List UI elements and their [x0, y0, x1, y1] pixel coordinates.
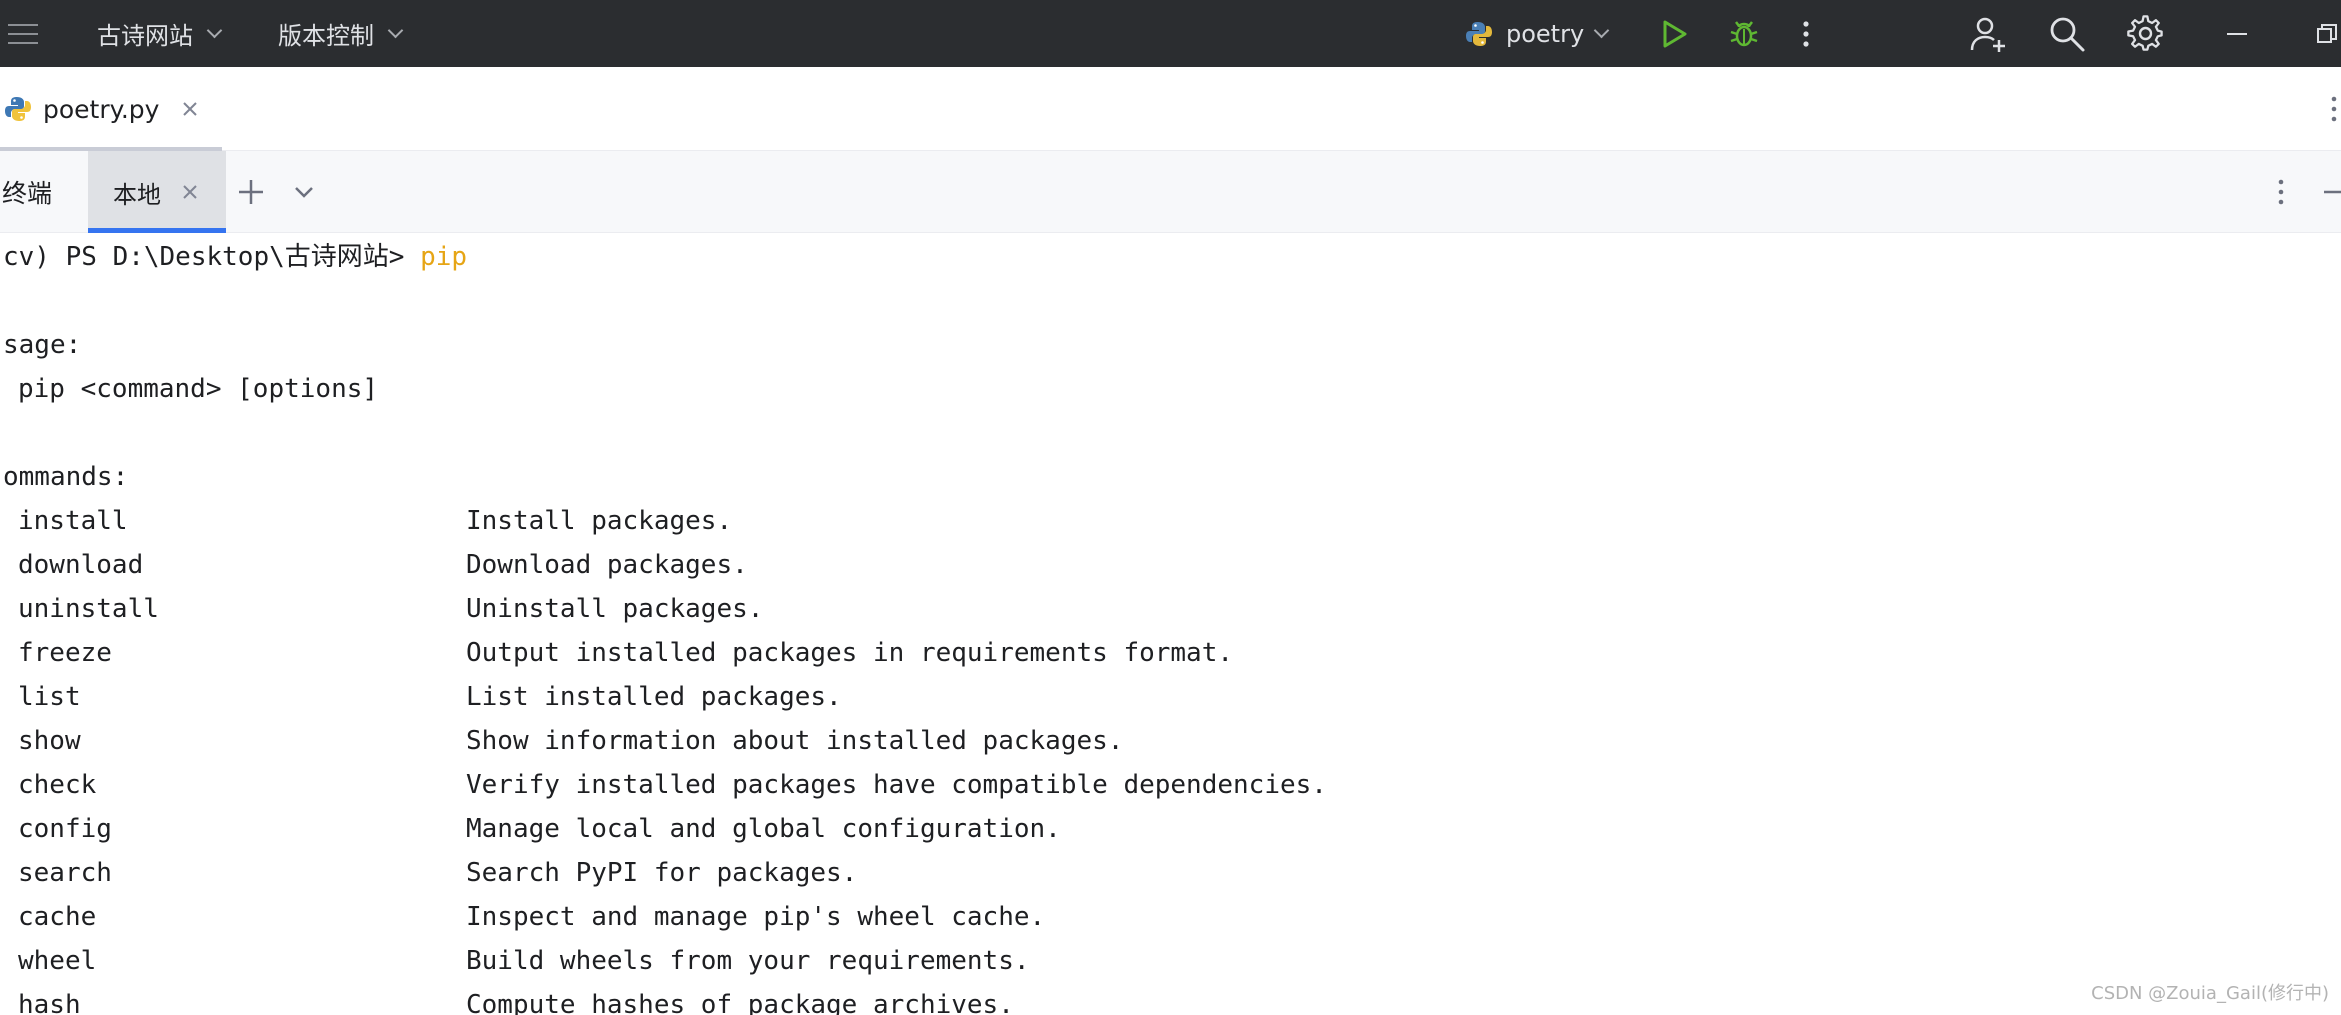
command-name: install: [18, 506, 128, 536]
restore-icon: [2317, 23, 2337, 43]
close-icon[interactable]: [181, 100, 199, 118]
command-description: Build wheels from your requirements.: [466, 946, 1030, 976]
commands-header: ommands:: [3, 462, 129, 492]
search-everywhere-button[interactable]: [2048, 0, 2086, 67]
command-name: wheel: [18, 946, 97, 976]
prompt-prefix: cv) PS D:\Desktop\古诗网站>: [3, 242, 421, 272]
title-bar: 古诗网站 版本控制 poetry: [0, 0, 2341, 67]
command-name: config: [18, 814, 112, 844]
vcs-widget[interactable]: 版本控制: [278, 0, 404, 67]
command-name: cache: [18, 902, 97, 932]
plus-icon[interactable]: [237, 178, 265, 206]
command-description: Inspect and manage pip's wheel cache.: [466, 902, 1046, 932]
command-description: Manage local and global configuration.: [466, 814, 1061, 844]
command-name: search: [18, 858, 112, 888]
python-icon: [5, 97, 31, 121]
run-config-name: poetry: [1506, 19, 1585, 48]
hamburger-menu-icon: [8, 23, 38, 44]
command-description: Install packages.: [466, 506, 733, 536]
command-description: Uninstall packages.: [466, 594, 764, 624]
terminal-tab-label: 本地: [113, 180, 161, 209]
command-name: list: [18, 682, 81, 712]
project-name: 古诗网站: [97, 22, 193, 50]
add-user-icon: [1970, 17, 2005, 52]
main-menu-button[interactable]: [6, 0, 44, 67]
usage-line: pip <command> [options]: [18, 374, 379, 404]
chevron-down-icon: [206, 22, 223, 39]
watermark: CSDN @Zouia_Gail(修行中): [2091, 983, 2329, 1004]
minimize-icon: [2227, 32, 2247, 35]
restore-window-button[interactable]: [2316, 0, 2338, 67]
terminal-tool-header: 终端 本地: [0, 151, 2341, 233]
vcs-label: 版本控制: [278, 22, 374, 50]
prompt-line: cv) PS D:\Desktop\古诗网站> pip: [3, 235, 467, 279]
command-name: freeze: [18, 638, 112, 668]
command-description: Download packages.: [466, 550, 748, 580]
terminal-output[interactable]: cv) PS D:\Desktop\古诗网站> pip sage: pip <c…: [0, 233, 2341, 1015]
run-icon: [1663, 20, 1687, 47]
more-actions-button[interactable]: [1800, 0, 1812, 67]
command-description: Search PyPI for packages.: [466, 858, 858, 888]
run-config-selector[interactable]: poetry: [1464, 0, 1610, 67]
python-icon: [1466, 21, 1492, 46]
chevron-down-icon[interactable]: [293, 181, 315, 203]
more-vertical-icon: [1803, 20, 1809, 47]
more-vertical-icon[interactable]: [2277, 177, 2285, 207]
editor-tab-poetry-py[interactable]: poetry.py: [0, 67, 222, 151]
command-description: List installed packages.: [466, 682, 842, 712]
settings-icon: [2127, 14, 2163, 51]
run-button[interactable]: [1658, 0, 1690, 67]
editor-tab-label: poetry.py: [43, 94, 160, 124]
command-name: show: [18, 726, 81, 756]
usage-header: sage:: [3, 330, 82, 360]
command-description: Compute hashes of package archives.: [466, 990, 1014, 1015]
project-widget[interactable]: 古诗网站: [97, 0, 223, 67]
chevron-down-icon: [387, 22, 404, 39]
command-description: Verify installed packages have compatibl…: [466, 770, 1327, 800]
command-name: hash: [18, 990, 81, 1015]
command-name: check: [18, 770, 97, 800]
command-description: Show information about installed package…: [466, 726, 1124, 756]
close-icon[interactable]: [181, 183, 199, 201]
terminal-tab-local[interactable]: 本地: [88, 151, 226, 233]
settings-button[interactable]: [2127, 0, 2165, 67]
debug-icon: [1730, 20, 1758, 46]
editor-tab-bar: poetry.py: [0, 67, 2341, 151]
terminal-title: 终端: [2, 179, 53, 208]
chevron-down-icon: [1593, 22, 1610, 39]
command-description: Output installed packages in requirement…: [466, 638, 1234, 668]
minimize-icon[interactable]: [2323, 182, 2341, 202]
search-icon: [2050, 17, 2085, 51]
command-name: download: [18, 550, 144, 580]
command-name: uninstall: [18, 594, 159, 624]
more-vertical-icon[interactable]: [2330, 94, 2338, 124]
prompt-command: pip: [420, 242, 468, 272]
minimize-window-button[interactable]: [2226, 0, 2248, 67]
debug-button[interactable]: [1727, 0, 1761, 67]
code-with-me-button[interactable]: [1968, 0, 2008, 67]
